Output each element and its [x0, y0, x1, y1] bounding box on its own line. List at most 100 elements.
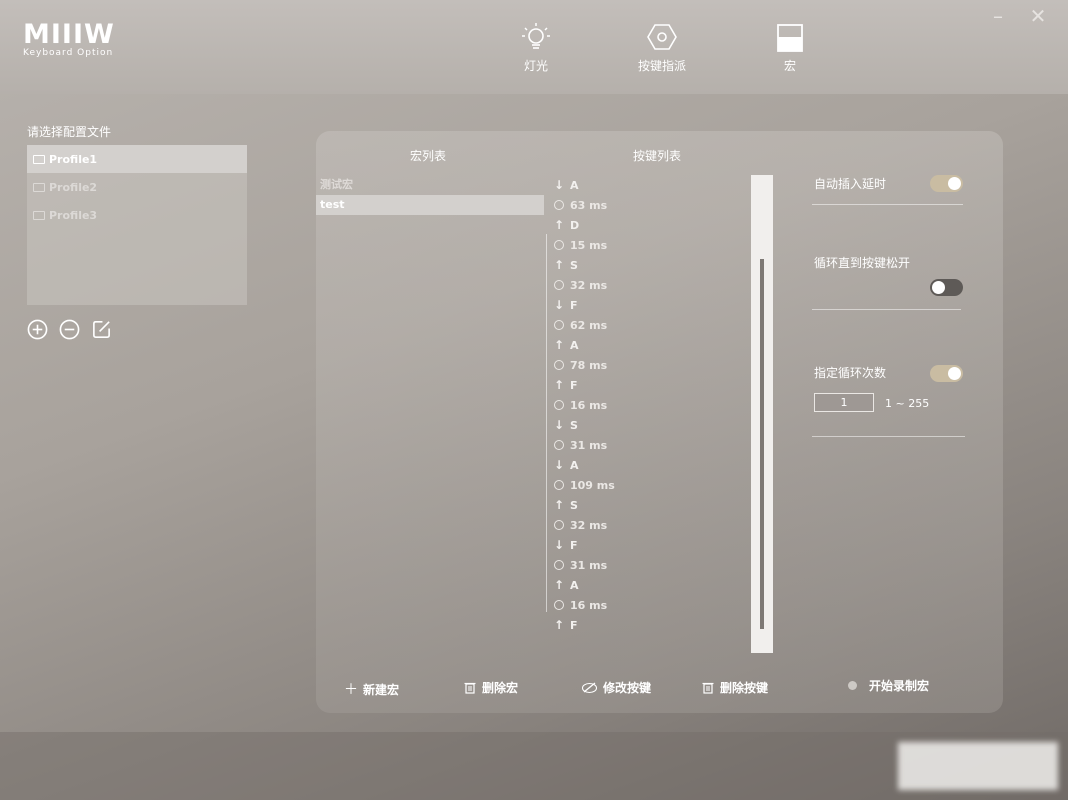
- key-list-row[interactable]: ↑ A: [545, 335, 745, 355]
- trash-icon: [702, 682, 714, 694]
- profile-item-label: Profile3: [49, 208, 98, 222]
- modify-key-button[interactable]: 修改按键: [581, 679, 651, 696]
- key-list-row[interactable]: 109 ms: [545, 475, 745, 495]
- divider: [812, 309, 961, 310]
- key-list-row-text: 16 ms: [570, 398, 608, 412]
- auto-delay-toggle[interactable]: [930, 175, 963, 192]
- key-list-row-text: F: [570, 378, 578, 392]
- new-macro-label: 新建宏: [363, 682, 400, 697]
- key-list-row-text: F: [570, 298, 578, 312]
- arrow-up-icon: ↑: [553, 258, 565, 272]
- tab-macro-label: 宏: [783, 59, 796, 73]
- close-icon[interactable]: ✕: [1028, 6, 1048, 26]
- key-list-row[interactable]: ↓ A: [545, 175, 745, 195]
- profile-item-3[interactable]: Profile3: [27, 201, 247, 229]
- logo-mark: MIIIW: [23, 19, 115, 50]
- folder-icon: [33, 210, 45, 220]
- profile-item-label: Profile2: [49, 180, 98, 194]
- macro-item[interactable]: 测试宏: [316, 175, 544, 195]
- key-list-row[interactable]: ↑ A: [545, 575, 745, 595]
- key-list-row-text: 63 ms: [570, 198, 608, 212]
- macro-panel: 宏列表 按键列表 测试宏 test ↓ A 63 ms ↑ D 15 ms ↑ S 32 ms ↓…: [316, 131, 1003, 713]
- macro-list: 测试宏 test: [316, 175, 544, 215]
- delete-key-button[interactable]: 删除按键: [702, 679, 768, 696]
- add-circle-icon[interactable]: [27, 319, 48, 340]
- arrow-up-icon: ↑: [553, 618, 565, 632]
- macro-list-header: 宏列表: [410, 149, 447, 163]
- new-macro-button[interactable]: ＋ 新建宏: [344, 679, 399, 699]
- profile-item-2[interactable]: Profile2: [27, 173, 247, 201]
- loop-count-range: 1 ~ 255: [885, 397, 930, 410]
- auto-delay-label: 自动插入延时: [814, 177, 887, 191]
- key-list-row-text: 16 ms: [570, 598, 608, 612]
- key-list-row[interactable]: 15 ms: [545, 235, 745, 255]
- clock-icon: [554, 240, 564, 250]
- key-list-row-text: 32 ms: [570, 518, 608, 532]
- key-list-row[interactable]: 16 ms: [545, 595, 745, 615]
- loop-count-label: 指定循环次数: [814, 366, 887, 380]
- folder-icon: [33, 154, 45, 164]
- arrow-up-icon: ↑: [553, 218, 565, 232]
- clock-icon: [554, 440, 564, 450]
- loop-count-input[interactable]: 1: [814, 393, 874, 412]
- key-list-row[interactable]: 62 ms: [545, 315, 745, 335]
- key-list-row[interactable]: 78 ms: [545, 355, 745, 375]
- key-list-row[interactable]: ↓ S: [545, 415, 745, 435]
- macro-item[interactable]: test: [316, 195, 544, 215]
- arrow-up-icon: ↑: [553, 578, 565, 592]
- macro-icon: [777, 24, 803, 52]
- key-list-row[interactable]: ↓ F: [545, 295, 745, 315]
- clock-icon: [554, 400, 564, 410]
- delete-macro-button[interactable]: 删除宏: [464, 679, 518, 696]
- edit-pen-icon: [581, 682, 598, 694]
- bulb-icon: [522, 23, 550, 49]
- edit-icon[interactable]: [91, 319, 112, 340]
- start-record-label: 开始录制宏: [869, 679, 930, 693]
- key-list-row[interactable]: 32 ms: [545, 275, 745, 295]
- arrow-down-icon: ↓: [553, 418, 565, 432]
- divider: [812, 436, 965, 437]
- key-list-row-text: 31 ms: [570, 438, 608, 452]
- key-list-row[interactable]: ↓ A: [545, 455, 745, 475]
- loop-until-release-label: 循环直到按键松开: [814, 256, 911, 270]
- key-list-row[interactable]: ↑ S: [545, 255, 745, 275]
- key-list-row-text: S: [570, 258, 578, 272]
- arrow-down-icon: ↓: [553, 538, 565, 552]
- tab-key-assign[interactable]: 按键指派: [622, 22, 702, 74]
- key-list-row[interactable]: 16 ms: [545, 395, 745, 415]
- tab-lighting[interactable]: 灯光: [496, 22, 576, 74]
- key-list-scrollbar[interactable]: [751, 175, 773, 653]
- key-list-row-text: S: [570, 498, 578, 512]
- key-list-row[interactable]: ↑ D: [545, 215, 745, 235]
- profile-section-title: 请选择配置文件: [27, 125, 112, 139]
- arrow-down-icon: ↓: [553, 178, 565, 192]
- key-list: ↓ A 63 ms ↑ D 15 ms ↑ S 32 ms ↓ F 62 ms ↑ A 78 ms ↑ F 16 …: [545, 175, 745, 635]
- clock-icon: [554, 560, 564, 570]
- loop-until-release-toggle[interactable]: [930, 279, 963, 296]
- key-list-row[interactable]: ↑ S: [545, 495, 745, 515]
- clock-icon: [554, 360, 564, 370]
- loop-count-toggle[interactable]: [930, 365, 963, 382]
- key-list-row[interactable]: 63 ms: [545, 195, 745, 215]
- key-list-row-text: 32 ms: [570, 278, 608, 292]
- key-list-row-text: F: [570, 538, 578, 552]
- key-list-row[interactable]: 32 ms: [545, 515, 745, 535]
- scrollbar-thumb[interactable]: [760, 259, 764, 629]
- key-list-row[interactable]: 31 ms: [545, 435, 745, 455]
- folder-icon: [33, 182, 45, 192]
- key-list-row-text: 62 ms: [570, 318, 608, 332]
- key-list-row[interactable]: ↑ F: [545, 615, 745, 635]
- start-record-button[interactable]: 开始录制宏: [848, 677, 929, 694]
- minimize-icon[interactable]: –: [988, 6, 1008, 26]
- clock-icon: [554, 280, 564, 290]
- top-bar: MIIIW Keyboard Option 灯光 按键指派 宏 – ✕: [0, 0, 1068, 94]
- key-list-row[interactable]: ↑ F: [545, 375, 745, 395]
- key-list-row-text: 78 ms: [570, 358, 608, 372]
- profile-item-1[interactable]: Profile1: [27, 145, 247, 173]
- remove-circle-icon[interactable]: [59, 319, 80, 340]
- tab-macro[interactable]: 宏: [750, 22, 830, 74]
- tab-lighting-label: 灯光: [523, 59, 548, 73]
- profile-list: Profile1 Profile2 Profile3: [27, 145, 247, 305]
- key-list-row[interactable]: 31 ms: [545, 555, 745, 575]
- key-list-row[interactable]: ↓ F: [545, 535, 745, 555]
